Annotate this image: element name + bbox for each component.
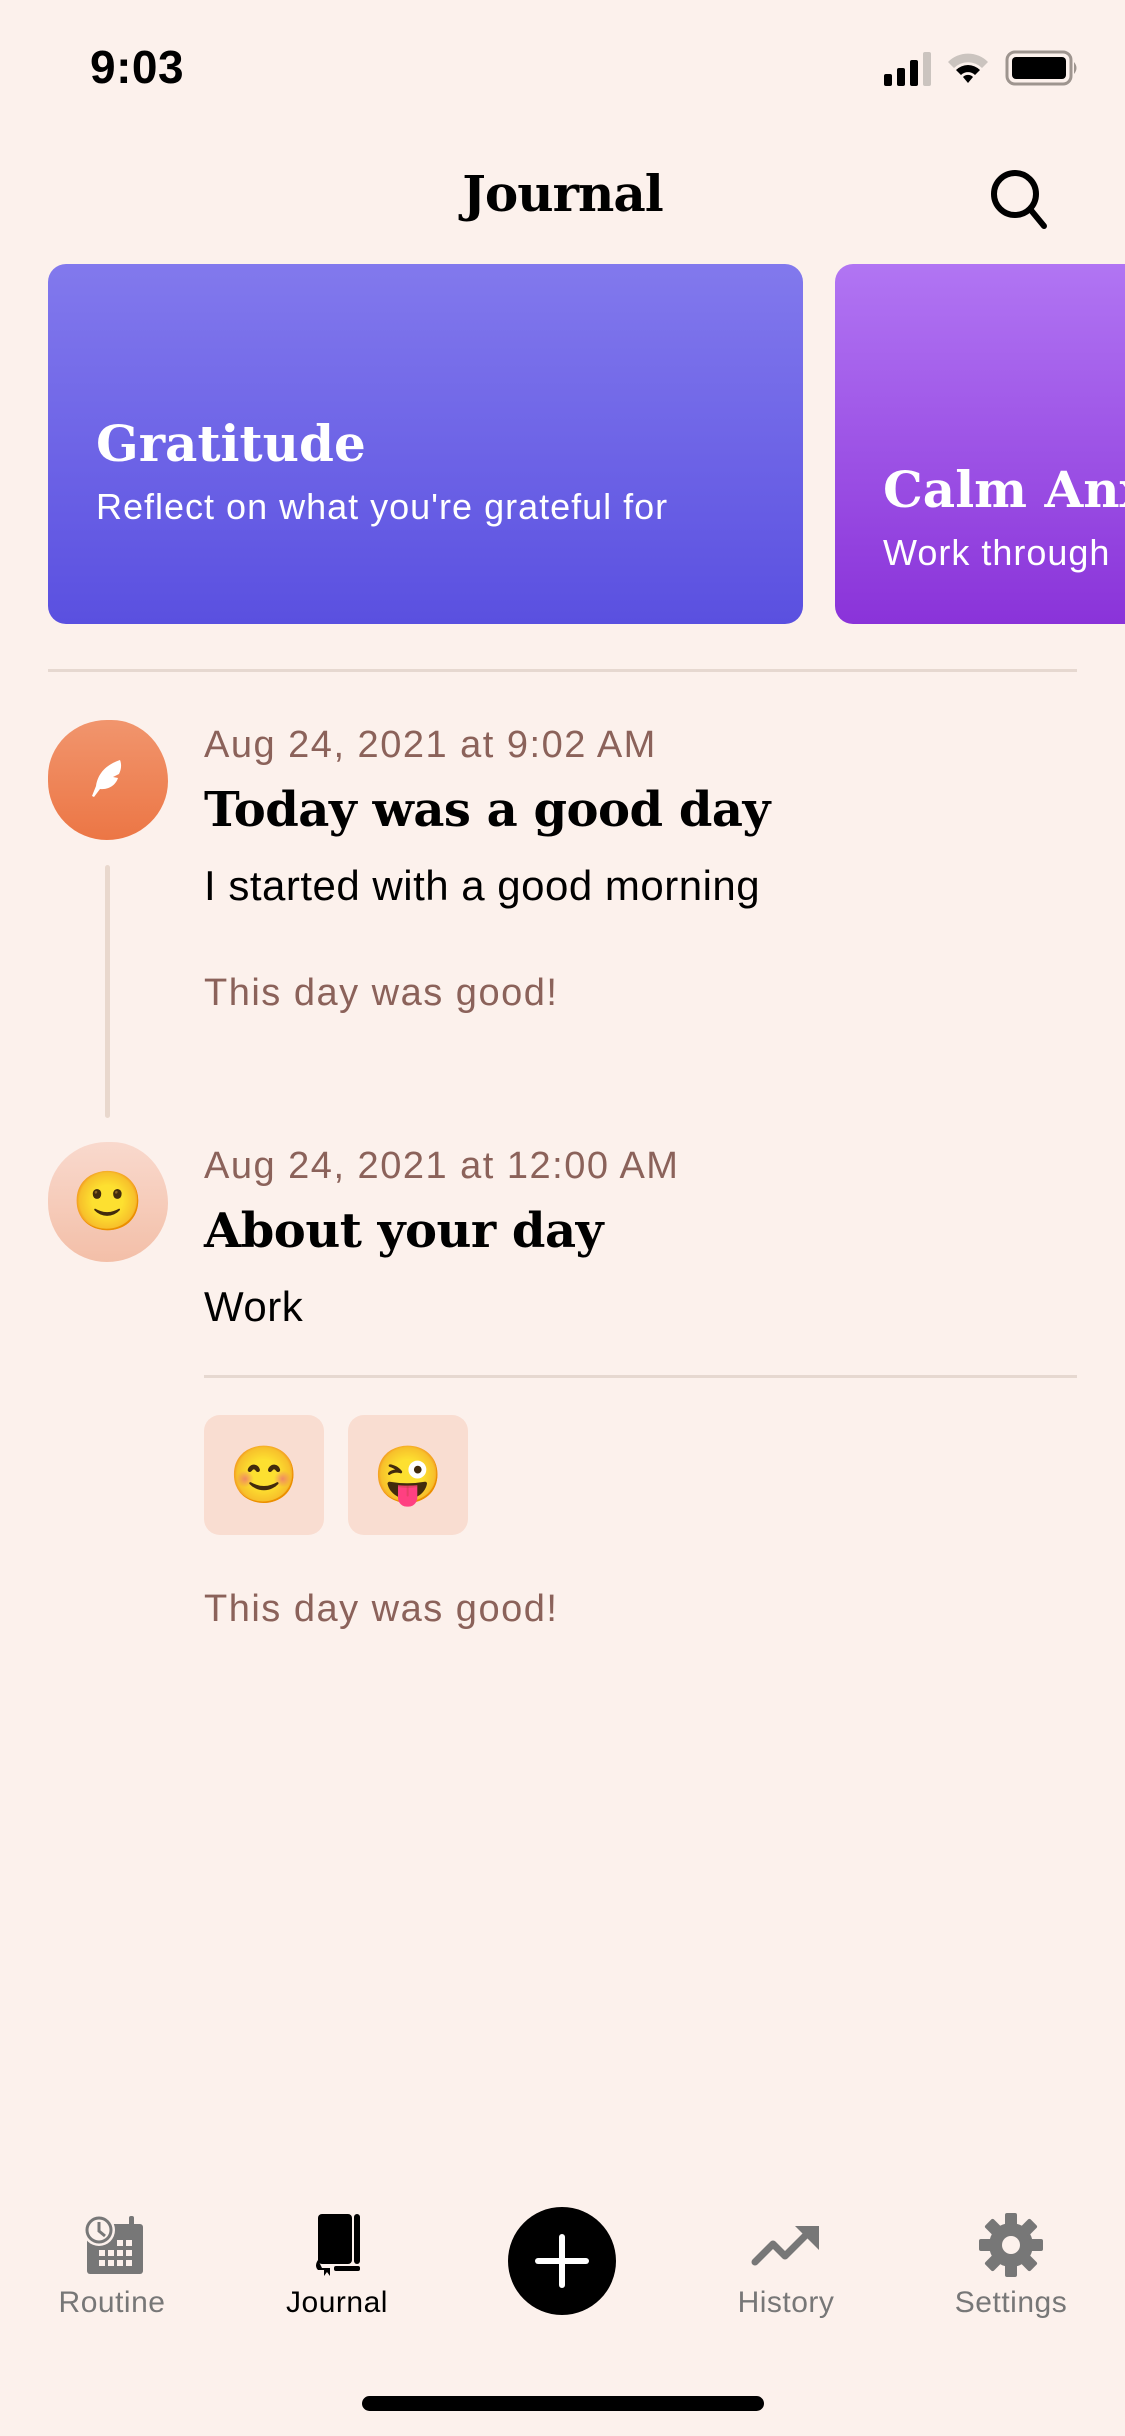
prompt-cards-carousel[interactable]: Gratitude Reflect on what you're gratefu… — [48, 264, 1125, 624]
prompt-card-subtitle: Reflect on what you're grateful for — [96, 486, 669, 527]
divider — [48, 669, 1077, 672]
entry-avatar[interactable]: 🙂 — [48, 1142, 168, 1262]
tab-routine[interactable]: Routine — [32, 2210, 192, 2330]
search-icon — [991, 170, 1047, 229]
entry-body: I started with a good morning — [204, 862, 761, 909]
winking-tongue-face-icon: 😜 — [373, 1443, 443, 1506]
entry-note: This day was good! — [204, 972, 559, 1014]
prompt-card-calm-anxiety[interactable]: Calm Anxiety Work through — [835, 264, 1125, 624]
prompt-card-gratitude[interactable]: Gratitude Reflect on what you're gratefu… — [48, 264, 803, 624]
wifi-icon — [948, 53, 988, 83]
tab-label: Settings — [954, 2286, 1068, 2319]
prompt-card-title: Gratitude — [96, 414, 366, 473]
prompt-card-subtitle: Work through — [883, 532, 1111, 573]
entry-title: About your day — [204, 1203, 603, 1259]
slightly-smiling-face-icon: 🙂 — [71, 1169, 145, 1234]
status-time: 9:03 — [90, 41, 185, 93]
feather-icon — [92, 760, 122, 797]
gear-icon — [979, 2213, 1043, 2277]
tab-label: Routine — [58, 2286, 166, 2319]
home-indicator[interactable] — [362, 2396, 764, 2411]
entry-date: Aug 24, 2021 at 9:02 AM — [204, 724, 657, 766]
status-bar: 9:03 — [0, 0, 1125, 140]
search-button[interactable] — [984, 164, 1054, 234]
tab-label: History — [737, 2286, 835, 2319]
tab-settings[interactable]: Settings — [931, 2210, 1091, 2330]
plus-icon — [535, 2234, 589, 2288]
tab-label: Journal — [286, 2286, 388, 2319]
status-icons — [884, 50, 1081, 86]
trend-arrow-icon — [751, 2226, 819, 2266]
mood-tile[interactable]: 😊 — [204, 1415, 324, 1535]
entry-note: This day was good! — [204, 1588, 559, 1630]
mood-tile[interactable]: 😜 — [348, 1415, 468, 1535]
entry-body: Work — [204, 1283, 304, 1330]
tab-history[interactable]: History — [706, 2210, 866, 2330]
add-entry-button[interactable] — [508, 2207, 616, 2315]
tab-journal[interactable]: Journal — [257, 2210, 417, 2330]
entry-date: Aug 24, 2021 at 12:00 AM — [204, 1145, 680, 1187]
battery-icon — [1005, 50, 1077, 86]
journal-entry[interactable]: Aug 24, 2021 at 9:02 AM Today was a good… — [204, 720, 1077, 914]
entry-title: Today was a good day — [204, 782, 770, 838]
page-title: Journal — [462, 164, 663, 223]
prompt-card-title: Calm Anxiety — [883, 460, 1125, 519]
routine-calendar-icon — [83, 2214, 143, 2274]
journal-book-icon — [316, 2214, 360, 2276]
journal-entry[interactable]: Aug 24, 2021 at 12:00 AM About your day … — [204, 1141, 1077, 1335]
timeline-connector — [105, 865, 110, 1118]
divider — [204, 1375, 1077, 1378]
cellular-signal-icon — [884, 50, 931, 86]
smiling-face-icon: 😊 — [229, 1443, 299, 1506]
entry-avatar[interactable] — [48, 720, 168, 840]
